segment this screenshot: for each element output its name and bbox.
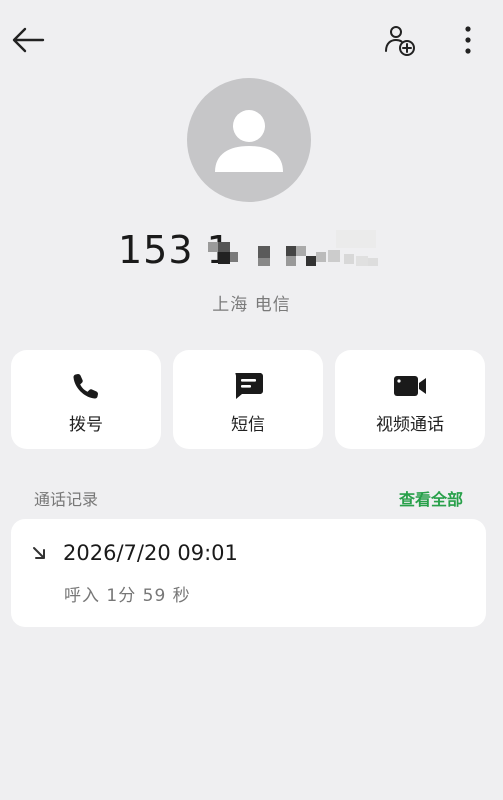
carrier-location: 上海 电信 <box>212 295 291 315</box>
video-call-button[interactable]: 视频通话 <box>335 350 485 449</box>
person-placeholder-icon <box>215 110 283 172</box>
contact-avatar <box>187 78 311 202</box>
add-contact-button[interactable] <box>380 20 420 60</box>
phone-icon <box>73 374 98 399</box>
back-button[interactable] <box>8 20 48 60</box>
call-record-detail: 呼入 1分 59 秒 <box>64 586 191 606</box>
arrow-left-icon <box>12 27 45 53</box>
more-options-button[interactable] <box>448 20 488 60</box>
sms-button[interactable]: 短信 <box>173 350 323 449</box>
view-all-link[interactable]: 查看全部 <box>399 486 463 510</box>
call-log-title: 通话记录 <box>34 490 99 509</box>
contact-detail-screen: 153 1 上海 电信 拨号 短信 视频通话 通话记录 查看全部 2026/7/… <box>0 0 503 800</box>
call-record-datetime: 2026/7/20 09:01 <box>63 541 238 565</box>
message-icon <box>235 373 263 399</box>
redaction-mosaic <box>208 230 378 266</box>
dial-button[interactable]: 拨号 <box>11 350 161 449</box>
video-camera-icon <box>394 376 426 396</box>
incoming-call-arrow-icon <box>33 547 45 559</box>
person-add-icon <box>385 26 415 56</box>
video-call-label: 视频通话 <box>376 415 444 435</box>
dial-label: 拨号 <box>69 415 103 435</box>
call-record-item[interactable]: 2026/7/20 09:01 呼入 1分 59 秒 <box>11 519 486 627</box>
sms-label: 短信 <box>231 415 265 435</box>
more-vertical-icon <box>465 26 471 54</box>
